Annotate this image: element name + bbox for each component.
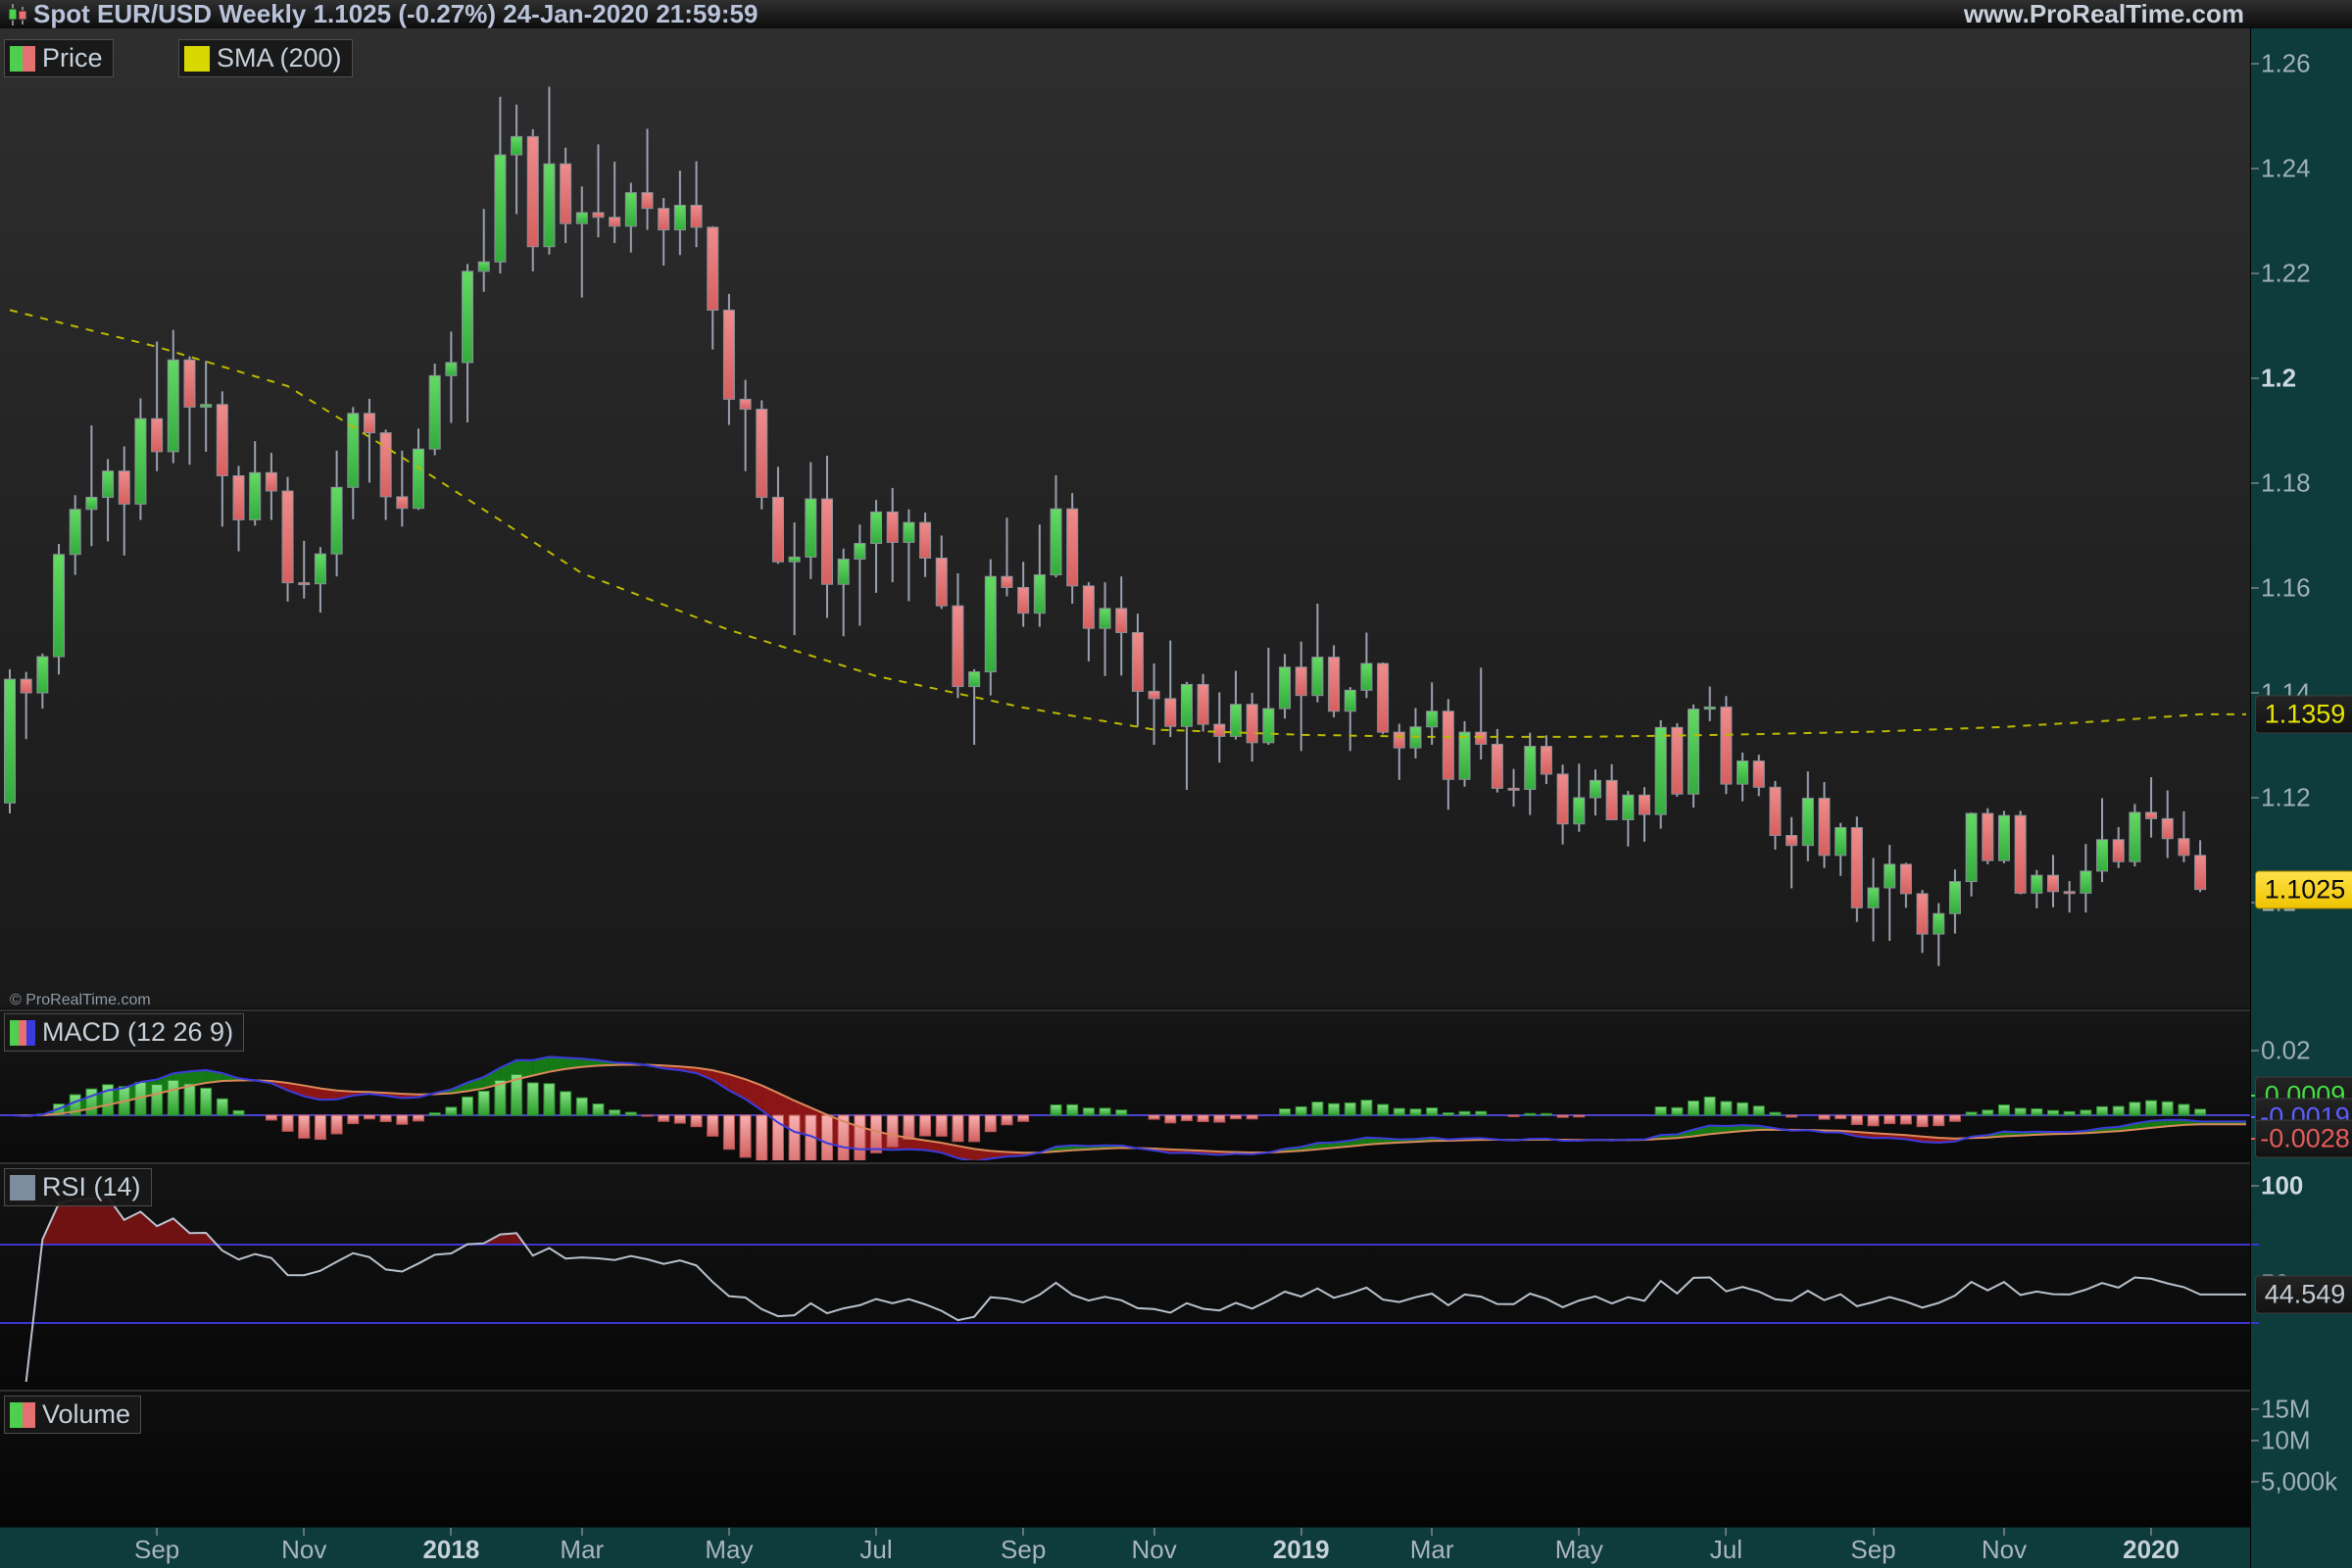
axis-tick bbox=[2251, 587, 2259, 589]
axis-tick bbox=[2251, 1408, 2259, 1410]
time-label: Sep bbox=[134, 1535, 179, 1565]
time-label: 2020 bbox=[2123, 1535, 2180, 1565]
volume-tick-label: 5,000k bbox=[2261, 1467, 2337, 1497]
time-label: Nov bbox=[1131, 1535, 1176, 1565]
rsi-pane[interactable] bbox=[0, 1162, 2250, 1390]
time-label: Nov bbox=[281, 1535, 326, 1565]
time-label: May bbox=[1555, 1535, 1603, 1565]
price-axis[interactable]: 1.261.241.221.21.181.161.141.121.10.0210… bbox=[2250, 28, 2352, 1568]
axis-tick bbox=[2251, 1244, 2259, 1246]
time-label: Jul bbox=[859, 1535, 892, 1565]
axis-tick bbox=[2251, 1481, 2259, 1483]
axis-tick bbox=[2251, 1185, 2259, 1187]
price-tick-label: 1.16 bbox=[2261, 573, 2311, 604]
rsi-legend[interactable]: RSI (14) bbox=[4, 1168, 152, 1206]
axis-tick bbox=[2251, 692, 2259, 694]
time-label: Sep bbox=[1850, 1535, 1895, 1565]
time-label: 2019 bbox=[1273, 1535, 1330, 1565]
volume-legend[interactable]: Volume bbox=[4, 1396, 141, 1434]
time-label: May bbox=[705, 1535, 753, 1565]
price-tick-label: 1.24 bbox=[2261, 154, 2311, 184]
trading-chart-app: Spot EUR/USD Weekly 1.1025 (-0.27%) 24-J… bbox=[0, 0, 2352, 1568]
axis-tick bbox=[2251, 1440, 2259, 1442]
candlestick-icon bbox=[6, 3, 29, 26]
time-label: Mar bbox=[560, 1535, 604, 1565]
rsi-top-label: 100 bbox=[2261, 1171, 2303, 1201]
price-tick-label: 1.22 bbox=[2261, 259, 2311, 289]
sma-swatch-icon bbox=[184, 46, 210, 72]
macd-legend[interactable]: MACD (12 26 9) bbox=[4, 1013, 244, 1052]
volume-tick-label: 15M bbox=[2261, 1395, 2311, 1425]
macd-pane[interactable] bbox=[0, 1009, 2250, 1162]
time-label: Mar bbox=[1410, 1535, 1454, 1565]
macd-value-tag: -0.0028 bbox=[2255, 1120, 2352, 1158]
volume-tick-label: 10M bbox=[2261, 1426, 2311, 1456]
sma-value-tag: 1.1359 bbox=[2255, 695, 2352, 733]
instrument-title: Spot EUR/USD Weekly 1.1025 (-0.27%) 24-J… bbox=[33, 0, 758, 28]
rsi-legend-label: RSI (14) bbox=[42, 1172, 141, 1202]
time-label: Jul bbox=[1710, 1535, 1742, 1565]
price-tick-label: 1.18 bbox=[2261, 468, 2311, 499]
price-legend[interactable]: Price bbox=[4, 39, 114, 77]
price-legend-label: Price bbox=[42, 43, 103, 74]
axis-tick bbox=[2251, 1322, 2259, 1324]
macd-swatch-icon bbox=[10, 1020, 35, 1046]
time-axis[interactable]: Sep Nov 2018 Mar May Jul Sep Nov 2019 Mar May Jul Se… bbox=[0, 1527, 2250, 1568]
price-swatch-icon bbox=[10, 46, 35, 72]
price-pane[interactable] bbox=[0, 28, 2250, 1007]
volume-legend-label: Volume bbox=[42, 1399, 130, 1430]
rsi-value-tag: 44.549 bbox=[2255, 1275, 2352, 1313]
provider-link[interactable]: www.ProRealTime.com bbox=[1964, 0, 2244, 28]
axis-tick bbox=[2251, 482, 2259, 484]
watermark: © ProRealTime.com bbox=[10, 992, 151, 1009]
axis-tick bbox=[2251, 272, 2259, 274]
axis-tick bbox=[2251, 63, 2259, 65]
rsi-swatch-icon bbox=[10, 1175, 35, 1200]
chart-header: Spot EUR/USD Weekly 1.1025 (-0.27%) 24-J… bbox=[0, 0, 2352, 29]
time-label: Nov bbox=[1982, 1535, 2027, 1565]
macd-legend-label: MACD (12 26 9) bbox=[42, 1017, 233, 1048]
axis-tick bbox=[2251, 1050, 2259, 1052]
time-label: Sep bbox=[1001, 1535, 1046, 1565]
volume-swatch-icon bbox=[10, 1402, 35, 1428]
price-tick-label: 1.2 bbox=[2261, 364, 2296, 394]
axis-tick bbox=[2251, 377, 2259, 379]
last-price-tag: 1.1025 bbox=[2255, 870, 2352, 908]
axis-tick bbox=[2251, 168, 2259, 170]
volume-pane[interactable] bbox=[0, 1390, 2250, 1527]
macd-grid-label: 0.02 bbox=[2261, 1036, 2311, 1066]
price-tick-label: 1.12 bbox=[2261, 783, 2311, 813]
sma-legend-label: SMA (200) bbox=[217, 43, 342, 74]
time-label: 2018 bbox=[422, 1535, 479, 1565]
axis-tick bbox=[2251, 797, 2259, 799]
sma-legend[interactable]: SMA (200) bbox=[178, 39, 353, 77]
price-tick-label: 1.26 bbox=[2261, 49, 2311, 79]
